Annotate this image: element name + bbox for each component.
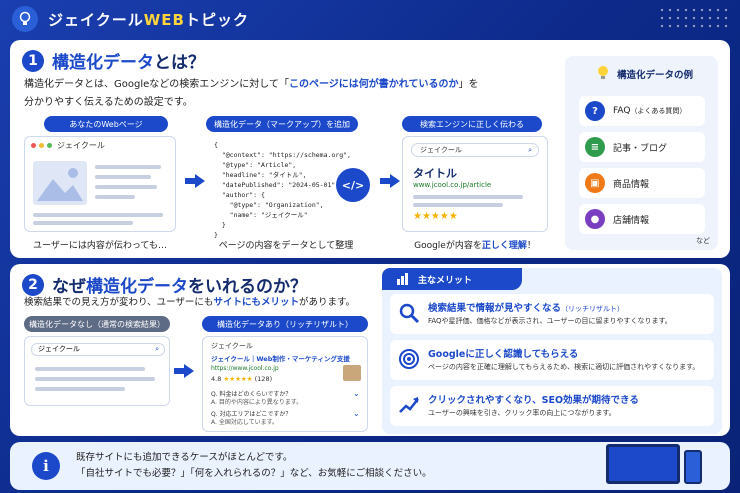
rich-result-url: https://www.jcool.co.jp	[211, 365, 279, 372]
arrow-right-icon	[185, 174, 205, 188]
result-title: タイトル	[413, 167, 457, 180]
search-box: ジェイクール ⌕	[31, 343, 165, 356]
example-product: ▣ 商品情報	[579, 168, 705, 198]
window-dots	[31, 143, 52, 148]
examples-title: 構造化データの例	[617, 70, 694, 81]
search-box: ジェイクール ⌕	[411, 143, 539, 157]
step1-label: あなたのWebページ	[44, 116, 168, 132]
info-icon: i	[32, 452, 60, 480]
plain-result-mock: ジェイクール ⌕	[24, 336, 170, 406]
faq-answer: A. 目的や内容により異なります。	[211, 399, 303, 406]
section-why: 2 なぜ 構造化データ をいれるのか？ 検索結果での見え方が変わり、ユーザーにもサイ…	[10, 264, 730, 436]
bar-chart-icon	[397, 273, 408, 285]
faq-answer: A. 全国対応しています。	[211, 419, 279, 426]
search-text: ジェイクール	[211, 342, 253, 350]
section-number: 1	[22, 49, 44, 72]
arrow-right-icon	[174, 364, 194, 378]
location-pin-icon: ●	[585, 209, 605, 229]
consult-footer: i 既存サイトにも追加できるケースがほとんどです。 「自社サイトでも必要？」「何…	[10, 442, 730, 490]
rich-result-title: ジェイクール｜Web制作・マーケティング支援	[211, 355, 350, 363]
step2-label: 構造化データ（マークアップ）を追加	[206, 116, 358, 132]
page-title: ジェイクールWEBトピック	[48, 10, 249, 29]
cart-icon: ▣	[585, 173, 605, 193]
search-icon: ⌕	[155, 345, 159, 353]
rich-result-rating: 4.8 ★★★★★ (128)	[211, 375, 273, 383]
rich-result-mock: ジェイクール ジェイクール｜Web制作・マーケティング支援 https://ww…	[202, 336, 368, 432]
example-article: ≡ 記事・ブログ	[579, 132, 705, 162]
thumbnail-image	[343, 365, 361, 381]
merits-panel: 主なメリット 検索結果で情報が見やすくなる（リッチリザルト） FAQや星評価、価…	[382, 268, 722, 434]
merit-item: クリックされやすくなり、SEO効果が期待できる ユーザーの興味を引き、クリック率…	[390, 386, 714, 426]
image-placeholder-icon	[33, 161, 87, 205]
question-icon: ?	[585, 101, 605, 121]
before-label: 構造化データなし（通常の検索結果）	[24, 316, 170, 332]
example-store: ● 店舗情報	[579, 204, 705, 234]
merit-item: Googleに正しく認識してもらえる ページの内容を正確に理解してもらえるため、…	[390, 340, 714, 380]
rating-stars: ★★★★★	[413, 211, 458, 222]
arrow-right-icon	[380, 174, 400, 188]
step3-label: 検索エンジンに正しく伝わる	[402, 116, 542, 132]
step1-caption: ユーザーには内容が伝わっても…	[33, 241, 167, 251]
document-icon: ≡	[585, 137, 605, 157]
examples-more: など	[696, 237, 710, 245]
chevron-down-icon[interactable]: ⌄	[353, 409, 360, 418]
example-faq: ? FAQ （よくある質問）	[579, 96, 705, 126]
section-what-is: 1 構造化データ とは？ 構造化データとは、Googleなどの検索エンジンに対して…	[10, 40, 730, 258]
step3-caption: Googleが内容を正しく理解！	[414, 241, 536, 251]
merit-item: 検索結果で情報が見やすくなる（リッチリザルト） FAQや星評価、価格などが表示さ…	[390, 294, 714, 334]
chevron-down-icon[interactable]: ⌄	[353, 389, 360, 398]
header: ジェイクールWEBトピック	[0, 0, 740, 38]
search-result-mock: ジェイクール ⌕ タイトル www.jcool.co.jp/article ★★…	[402, 136, 548, 232]
merits-header: 主なメリット	[382, 268, 522, 290]
search-icon: ⌕	[528, 146, 532, 154]
after-label: 構造化データあり（リッチリザルト）	[202, 316, 368, 332]
laptop-icon	[606, 444, 680, 484]
smartphone-icon	[684, 450, 702, 484]
result-url: www.jcool.co.jp/article	[413, 181, 492, 189]
target-icon	[399, 349, 419, 369]
json-ld-code: { "@context": "https://schema.org", "@ty…	[214, 141, 351, 239]
section1-heading: 1 構造化データ とは？	[22, 48, 205, 73]
examples-panel: 構造化データの例 ? FAQ （よくある質問） ≡ 記事・ブログ ▣ 商品情報 ● 店舗情…	[565, 56, 718, 250]
webpage-mock: ジェイクール	[24, 136, 176, 232]
footer-text: 既存サイトにも追加できるケースがほとんどです。 「自社サイトでも必要？」「何を入…	[76, 452, 432, 479]
magnifier-icon	[399, 303, 420, 324]
code-icon: </>	[336, 168, 370, 202]
site-name: ジェイクール	[57, 141, 105, 150]
step2-caption: ページの内容をデータとして整理	[218, 241, 354, 251]
section1-lead: 構造化データとは、Googleなどの検索エンジンに対して「このページには何が書か…	[24, 79, 479, 108]
section2-lead: 検索結果での見え方が変わり、ユーザーにもサイトにもメリットがあります。	[24, 297, 356, 308]
section-number: 2	[22, 273, 44, 296]
lightbulb-icon	[593, 62, 613, 82]
lightbulb-icon	[12, 6, 38, 32]
trend-up-icon	[399, 397, 419, 413]
